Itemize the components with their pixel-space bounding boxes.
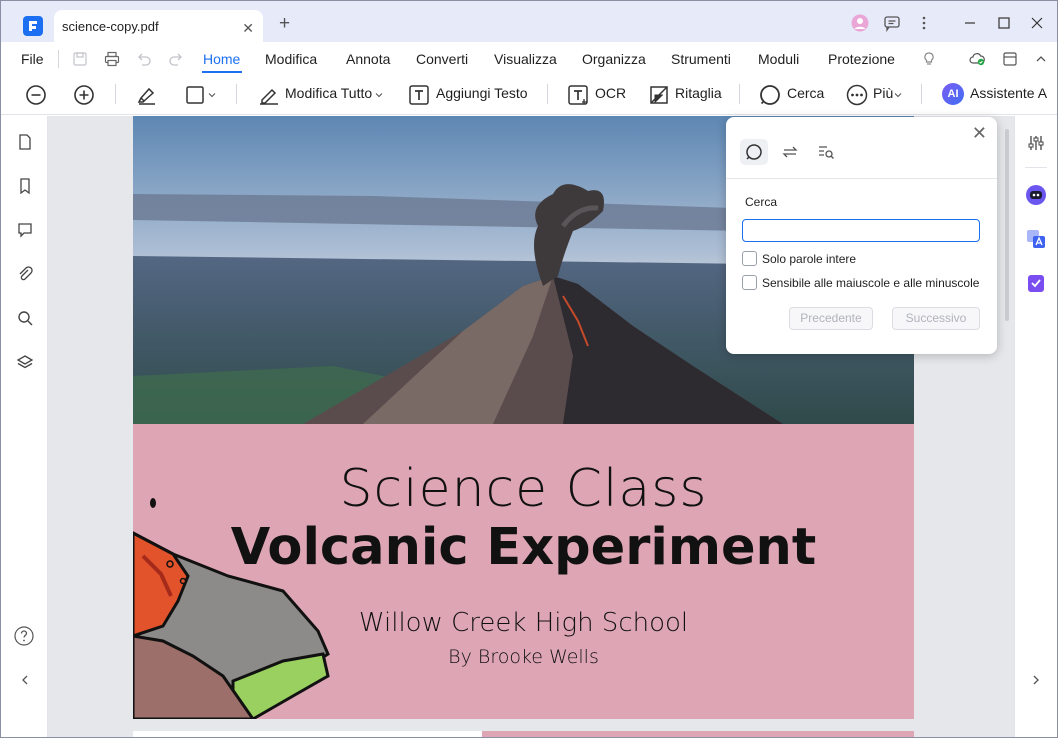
ocr-button[interactable]: OCR	[595, 85, 626, 101]
add-text-button[interactable]: Aggiungi Testo	[436, 85, 528, 101]
save-icon[interactable]	[71, 50, 89, 68]
panel-divider	[726, 178, 997, 179]
next-button[interactable]: Successivo	[892, 307, 980, 330]
cloud-sync-icon[interactable]	[968, 50, 986, 68]
translate-icon[interactable]	[1025, 228, 1047, 250]
menu-annota[interactable]: Annota	[346, 51, 390, 67]
active-menu-underline	[202, 71, 242, 73]
app-logo-icon	[23, 16, 43, 36]
ai-assistant-icon[interactable]: AI	[942, 83, 964, 105]
advanced-search-tab-icon[interactable]	[816, 142, 836, 162]
menu-bar: File Home Modifica Annota Converti Visua…	[1, 42, 1057, 75]
shape-rectangle-icon[interactable]	[184, 83, 208, 107]
volcano-illustration	[133, 498, 330, 719]
toolbar-divider	[236, 84, 237, 104]
sidebar-divider	[1025, 167, 1047, 168]
vertical-scrollbar[interactable]	[1005, 129, 1009, 321]
avatar[interactable]	[851, 14, 869, 32]
close-search-panel-icon[interactable]: ✕	[972, 123, 987, 144]
search-panel: ✕ Cerca Solo parole intere Sensibile all…	[726, 117, 997, 354]
menu-file[interactable]: File	[21, 51, 44, 67]
collapse-ribbon-icon[interactable]	[1032, 50, 1050, 68]
menu-modifica[interactable]: Modifica	[265, 51, 317, 67]
zoom-in-icon[interactable]	[72, 83, 96, 107]
toolbar-divider	[739, 84, 740, 104]
search-sidebar-icon[interactable]	[16, 309, 34, 327]
maximize-icon[interactable]	[995, 14, 1013, 32]
match-case-checkbox[interactable]	[742, 275, 757, 290]
assistant-button[interactable]: Assistente A	[970, 85, 1047, 101]
title-bar: science-copy.pdf ✕ +	[1, 1, 1057, 43]
menu-organizza[interactable]: Organizza	[582, 51, 646, 67]
left-sidebar	[1, 116, 48, 737]
ai-robot-icon[interactable]	[1025, 184, 1047, 206]
edit-all-icon[interactable]	[257, 83, 281, 107]
attachment-icon[interactable]	[16, 265, 34, 283]
match-case-label: Sensibile alle maiuscole e alle minuscol…	[762, 276, 980, 290]
previous-button[interactable]: Precedente	[789, 307, 873, 330]
page-thumbnails-icon[interactable]	[16, 133, 34, 151]
crop-button[interactable]: Ritaglia	[675, 85, 722, 101]
next-page-white	[133, 731, 482, 737]
search-icon[interactable]	[758, 83, 782, 107]
edit-all-button[interactable]: Modifica Tutto	[285, 85, 372, 101]
right-sidebar	[1014, 116, 1057, 737]
menu-strumenti[interactable]: Strumenti	[671, 51, 731, 67]
toolbar-divider	[921, 84, 922, 104]
undo-icon[interactable]	[135, 50, 153, 68]
whole-words-label: Solo parole intere	[762, 252, 857, 266]
toolbar: Modifica Tutto Aggiungi Testo OCR Ritagl…	[1, 75, 1057, 115]
search-label: Cerca	[745, 195, 778, 209]
menu-visualizza[interactable]: Visualizza	[494, 51, 557, 67]
app-window: science-copy.pdf ✕ + File Home Modifica …	[0, 0, 1058, 738]
help-icon[interactable]	[14, 626, 34, 646]
print-icon[interactable]	[103, 50, 121, 68]
document-tab-title: science-copy.pdf	[62, 19, 159, 34]
whole-words-checkbox[interactable]	[742, 251, 757, 266]
close-window-icon[interactable]	[1028, 14, 1046, 32]
next-page-pink	[482, 731, 914, 737]
layers-icon[interactable]	[16, 353, 34, 371]
menu-divider	[58, 50, 59, 68]
chevron-down-icon[interactable]	[208, 91, 216, 99]
more-icon[interactable]	[845, 83, 869, 107]
menu-moduli[interactable]: Moduli	[758, 51, 799, 67]
chevron-left-icon[interactable]	[18, 673, 32, 687]
chevron-down-icon[interactable]	[375, 91, 383, 99]
menu-home[interactable]: Home	[203, 51, 240, 67]
panel-toggle-icon[interactable]	[1001, 50, 1019, 68]
toolbar-divider	[547, 84, 548, 104]
close-tab-icon[interactable]: ✕	[242, 20, 254, 37]
redo-icon[interactable]	[167, 50, 185, 68]
search-input[interactable]	[742, 219, 980, 242]
more-vertical-icon[interactable]	[915, 14, 933, 32]
minimize-icon[interactable]	[961, 14, 979, 32]
menu-converti[interactable]: Converti	[416, 51, 468, 67]
new-tab-button[interactable]: +	[279, 14, 290, 33]
search-tab[interactable]	[740, 139, 768, 165]
highlighter-icon[interactable]	[135, 83, 159, 107]
chevron-right-icon[interactable]	[1029, 673, 1043, 687]
lightbulb-icon[interactable]	[920, 50, 938, 68]
menu-protezione[interactable]: Protezione	[828, 51, 895, 67]
chevron-down-icon[interactable]	[894, 91, 902, 99]
toolbar-divider	[115, 84, 116, 104]
chat-icon[interactable]	[883, 14, 901, 32]
ocr-icon[interactable]	[566, 83, 590, 107]
properties-sliders-icon[interactable]	[1026, 133, 1046, 153]
bookmark-icon[interactable]	[16, 177, 34, 195]
search-button[interactable]: Cerca	[787, 85, 824, 101]
replace-tab-icon[interactable]	[780, 142, 800, 162]
crop-icon[interactable]	[647, 83, 671, 107]
more-button[interactable]: Più	[873, 85, 893, 101]
comment-icon[interactable]	[16, 221, 34, 239]
document-tab[interactable]: science-copy.pdf ✕	[54, 10, 263, 43]
zoom-out-icon[interactable]	[24, 83, 48, 107]
add-text-icon[interactable]	[407, 83, 431, 107]
check-task-icon[interactable]	[1025, 272, 1047, 294]
